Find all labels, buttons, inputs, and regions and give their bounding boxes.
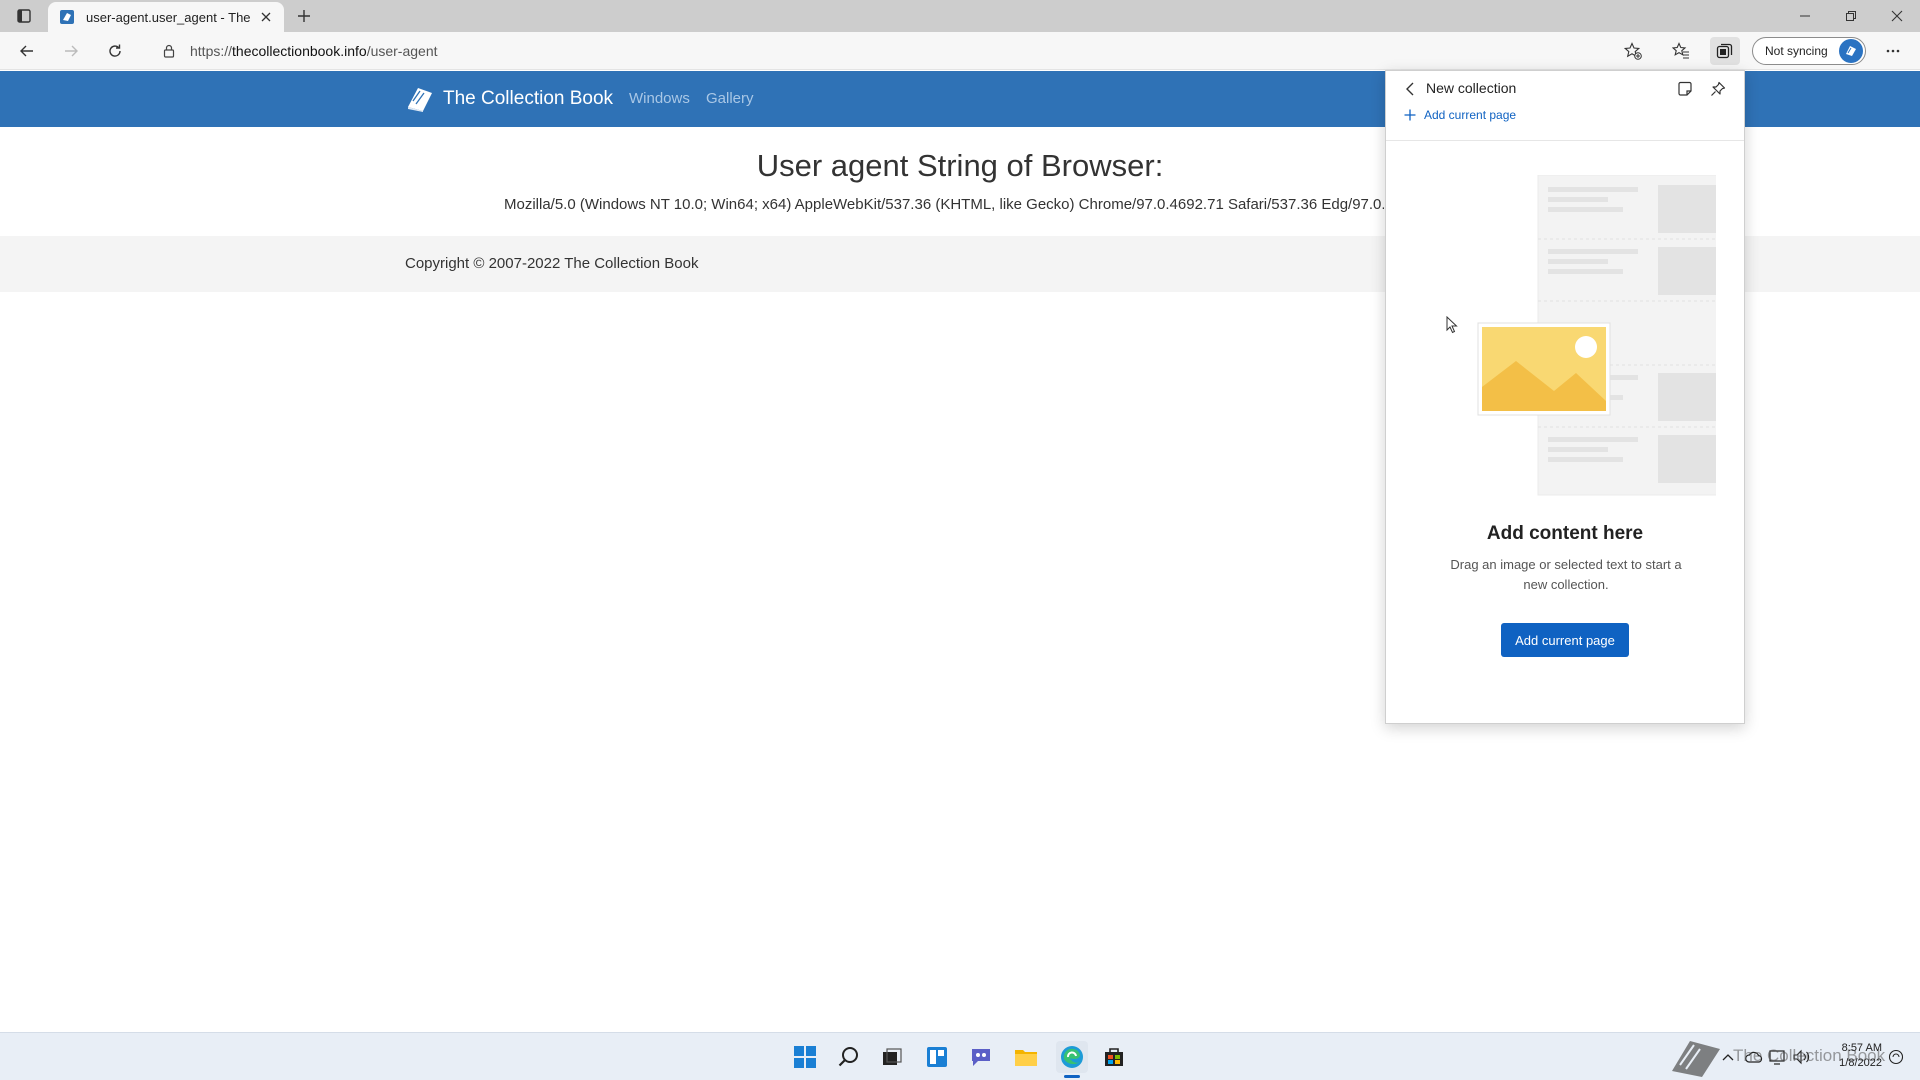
refresh-icon <box>109 44 121 57</box>
windows-taskbar: The Collection Book 8:57 AM 1/8/2022 <box>0 1032 1920 1080</box>
empty-state-title: Add content here <box>1486 523 1644 544</box>
close-icon <box>1891 10 1903 22</box>
mouse-cursor-icon <box>1446 316 1458 334</box>
site-brand-name: The Collection Book <box>443 88 614 109</box>
add-current-page-link[interactable]: Add current page <box>1402 107 1516 123</box>
plus-icon <box>1402 107 1418 123</box>
browser-toolbar: https://thecollectionbook.info/user-agen… <box>0 32 1920 70</box>
collection-title[interactable]: New collection <box>1426 80 1516 96</box>
minimize-icon <box>1800 15 1810 17</box>
collections-button[interactable] <box>1710 37 1740 65</box>
empty-collection-illustration <box>1477 175 1716 496</box>
search-icon[interactable] <box>833 1041 865 1073</box>
tab-user-agent[interactable]: user-agent.user_agent - The Coll <box>48 2 284 32</box>
tab-title: user-agent.user_agent - The Coll <box>86 9 252 25</box>
clock-time: 8:57 AM <box>1841 1042 1882 1054</box>
collections-header: New collection Add current page <box>1386 71 1744 141</box>
settings-more-button[interactable] <box>1878 37 1908 65</box>
edge-active-indicator <box>1064 1075 1080 1078</box>
arrow-left-icon <box>20 45 33 57</box>
url-domain: thecollectionbook.info <box>232 43 367 59</box>
store-icon[interactable] <box>1098 1041 1130 1073</box>
star-add-icon <box>1624 42 1642 60</box>
restore-button[interactable] <box>1828 0 1874 32</box>
empty-state-description: Drag an image or selected text to start … <box>1450 557 1682 592</box>
widgets-icon[interactable] <box>921 1041 953 1073</box>
tab-close-icon[interactable] <box>256 7 276 27</box>
nav-link-gallery[interactable]: Gallery <box>706 90 754 107</box>
minimize-button[interactable] <box>1782 0 1828 32</box>
edge-icon[interactable] <box>1056 1041 1088 1073</box>
refresh-button[interactable] <box>100 37 130 65</box>
collections-back-button[interactable] <box>1400 77 1420 101</box>
copyright-text: Copyright © 2007-2022 The Collection Boo… <box>405 255 699 272</box>
restore-icon <box>1846 11 1856 21</box>
plus-icon <box>298 10 310 22</box>
site-favicon-icon <box>58 8 76 26</box>
book-watermark-icon <box>1672 1041 1720 1077</box>
collections-icon <box>1716 43 1733 59</box>
notification-icon[interactable] <box>1886 1047 1906 1067</box>
url-path: /user-agent <box>366 43 438 59</box>
add-note-button[interactable] <box>1673 77 1697 101</box>
new-tab-button[interactable] <box>290 4 318 28</box>
add-favorite-button[interactable] <box>1618 37 1648 65</box>
forward-button[interactable] <box>56 37 86 65</box>
profile-avatar-icon <box>1839 39 1863 63</box>
pin-icon <box>1711 81 1726 96</box>
favorites-button[interactable] <box>1666 37 1696 65</box>
close-window-button[interactable] <box>1874 0 1920 32</box>
profile-sync-button[interactable]: Not syncing <box>1752 37 1866 65</box>
tab-actions-icon <box>17 9 31 23</box>
file-explorer-icon[interactable] <box>1010 1041 1042 1073</box>
url-scheme: https:// <box>190 43 233 59</box>
windows-start-icon[interactable] <box>789 1041 821 1073</box>
system-clock[interactable]: 8:57 AM 1/8/2022 <box>1824 1041 1882 1071</box>
add-note-icon <box>1678 81 1692 96</box>
address-bar[interactable]: https://thecollectionbook.info/user-agen… <box>146 36 1656 66</box>
tab-actions-button[interactable] <box>10 4 38 28</box>
chat-icon[interactable] <box>965 1041 997 1073</box>
nav-link-windows[interactable]: Windows <box>629 90 690 107</box>
chevron-left-icon <box>1406 82 1414 96</box>
clock-date: 1/8/2022 <box>1839 1057 1882 1069</box>
site-brand-link[interactable]: The Collection Book <box>405 85 613 113</box>
collections-panel: New collection Add current page Add cont… <box>1385 70 1745 724</box>
sync-status-label: Not syncing <box>1765 44 1828 58</box>
book-logo-icon <box>408 88 432 112</box>
user-agent-string: Mozilla/5.0 (Windows NT 10.0; Win64; x64… <box>504 196 1384 213</box>
favorites-icon <box>1672 42 1689 59</box>
tab-strip: user-agent.user_agent - The Coll <box>0 0 1920 32</box>
lock-icon[interactable] <box>158 40 180 62</box>
add-current-page-button[interactable]: Add current page <box>1501 623 1629 657</box>
add-current-page-link-label: Add current page <box>1424 108 1517 122</box>
back-button[interactable] <box>12 37 42 65</box>
more-dots-icon <box>1886 49 1900 53</box>
arrow-right-icon <box>65 45 78 57</box>
pin-panel-button[interactable] <box>1706 77 1730 101</box>
task-view-icon[interactable] <box>876 1041 908 1073</box>
